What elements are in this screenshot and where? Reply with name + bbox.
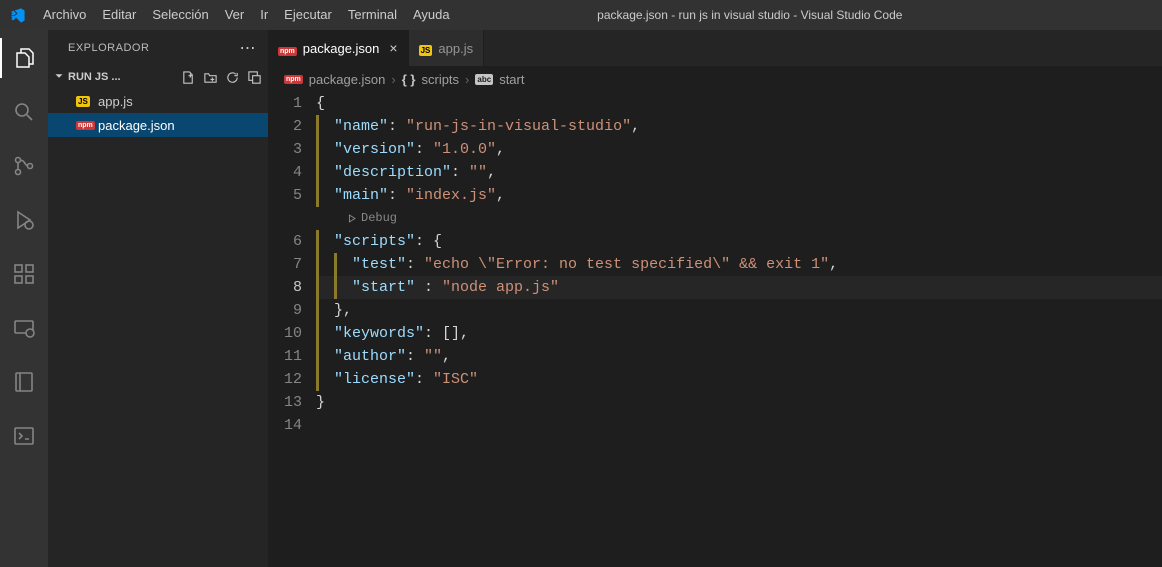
- line-number: 1: [268, 92, 302, 115]
- code-content[interactable]: {"name": "run-js-in-visual-studio","vers…: [316, 92, 1162, 567]
- file-label: app.js: [98, 94, 133, 109]
- code-line[interactable]: "keywords": [],: [316, 322, 1162, 345]
- line-number: 8: [268, 276, 302, 299]
- breadcrumb-item[interactable]: scripts: [421, 72, 459, 87]
- file-item-app-js[interactable]: JS app.js: [48, 89, 268, 113]
- code-line[interactable]: "test": "echo \"Error: no test specified…: [316, 253, 1162, 276]
- chevron-right-icon: ›: [465, 72, 469, 87]
- collapse-icon[interactable]: [246, 69, 262, 85]
- chevron-down-icon: [52, 69, 66, 86]
- code-line[interactable]: {: [316, 92, 1162, 115]
- folder-header[interactable]: RUN JS ...: [48, 65, 268, 89]
- code-line[interactable]: [316, 414, 1162, 437]
- titlebar: ArchivoEditarSelecciónVerIrEjecutarTermi…: [0, 0, 1162, 30]
- line-number: 13: [268, 391, 302, 414]
- line-number: 4: [268, 161, 302, 184]
- source-control-icon[interactable]: [0, 146, 48, 186]
- npm-icon: npm: [278, 41, 297, 56]
- search-icon[interactable]: [0, 92, 48, 132]
- js-icon: JS: [419, 41, 433, 56]
- line-number: 5: [268, 184, 302, 207]
- new-file-icon[interactable]: [180, 69, 196, 85]
- remote-icon[interactable]: [0, 308, 48, 348]
- refresh-icon[interactable]: [224, 69, 240, 85]
- code-line[interactable]: "license": "ISC": [316, 368, 1162, 391]
- file-label: package.json: [98, 118, 175, 133]
- line-number: 6: [268, 230, 302, 253]
- menubar: ArchivoEditarSelecciónVerIrEjecutarTermi…: [35, 0, 458, 30]
- menu-ayuda[interactable]: Ayuda: [405, 0, 458, 30]
- line-number: 10: [268, 322, 302, 345]
- js-icon: JS: [76, 96, 98, 107]
- line-gutter: 1234567891011121314: [268, 92, 316, 567]
- code-line[interactable]: "scripts": {: [316, 230, 1162, 253]
- terminal-icon[interactable]: [0, 416, 48, 456]
- line-number: 3: [268, 138, 302, 161]
- sidebar: EXPLORADOR ⋯ RUN JS ... JS app.js npm pa…: [48, 30, 268, 567]
- menu-ejecutar[interactable]: Ejecutar: [276, 0, 340, 30]
- code-line[interactable]: "author": "",: [316, 345, 1162, 368]
- npm-icon: npm: [76, 121, 98, 130]
- braces-icon: { }: [402, 72, 416, 87]
- new-folder-icon[interactable]: [202, 69, 218, 85]
- sidebar-title: EXPLORADOR: [68, 42, 149, 54]
- abc-icon: abc: [475, 74, 493, 85]
- more-icon[interactable]: ⋯: [240, 38, 257, 58]
- menu-terminal[interactable]: Terminal: [340, 0, 405, 30]
- menu-editar[interactable]: Editar: [94, 0, 144, 30]
- book-icon[interactable]: [0, 362, 48, 402]
- menu-ir[interactable]: Ir: [252, 0, 276, 30]
- code-line[interactable]: "main": "index.js",: [316, 184, 1162, 207]
- line-number: 11: [268, 345, 302, 368]
- extensions-icon[interactable]: [0, 254, 48, 294]
- breadcrumbs[interactable]: npm package.json › { } scripts › abc start: [268, 66, 1162, 92]
- debug-codelens[interactable]: Debug: [316, 207, 1162, 230]
- code-line[interactable]: "description": "",: [316, 161, 1162, 184]
- tab-app-js[interactable]: JS app.js: [409, 30, 485, 66]
- tab-label: app.js: [438, 41, 473, 56]
- tab-package-json[interactable]: npm package.json ×: [268, 30, 409, 66]
- code-line[interactable]: "version": "1.0.0",: [316, 138, 1162, 161]
- explorer-icon[interactable]: [0, 38, 48, 78]
- npm-icon: npm: [284, 75, 303, 84]
- code-line[interactable]: }: [316, 391, 1162, 414]
- folder-name: RUN JS ...: [68, 71, 121, 83]
- run-debug-icon[interactable]: [0, 200, 48, 240]
- editor-area: npm package.json × JS app.js npm package…: [268, 30, 1162, 567]
- menu-selección[interactable]: Selección: [144, 0, 216, 30]
- breadcrumb-item[interactable]: package.json: [309, 72, 386, 87]
- code-editor[interactable]: 1234567891011121314 {"name": "run-js-in-…: [268, 92, 1162, 567]
- editor-tabs: npm package.json × JS app.js: [268, 30, 1162, 66]
- line-number: 9: [268, 299, 302, 322]
- chevron-right-icon: ›: [391, 72, 395, 87]
- close-icon[interactable]: ×: [389, 40, 397, 56]
- line-number: 12: [268, 368, 302, 391]
- tab-label: package.json: [303, 41, 380, 56]
- breadcrumb-item[interactable]: start: [499, 72, 524, 87]
- code-line[interactable]: "start" : "node app.js": [316, 276, 1162, 299]
- line-number: 2: [268, 115, 302, 138]
- activity-bar: [0, 30, 48, 567]
- vscode-icon: [0, 7, 35, 24]
- menu-archivo[interactable]: Archivo: [35, 0, 94, 30]
- line-number: 14: [268, 414, 302, 437]
- menu-ver[interactable]: Ver: [217, 0, 253, 30]
- code-line[interactable]: "name": "run-js-in-visual-studio",: [316, 115, 1162, 138]
- window-title: package.json - run js in visual studio -…: [458, 8, 1162, 22]
- line-number: 7: [268, 253, 302, 276]
- code-line[interactable]: },: [316, 299, 1162, 322]
- file-item-package-json[interactable]: npm package.json: [48, 113, 268, 137]
- sidebar-header: EXPLORADOR ⋯: [48, 30, 268, 65]
